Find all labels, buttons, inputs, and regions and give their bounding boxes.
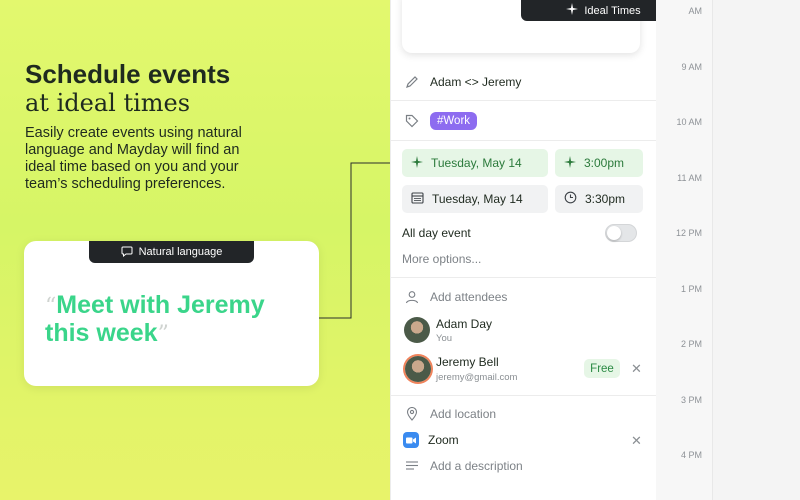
hour-label: AM	[688, 6, 703, 16]
hour-label: 9 AM	[681, 62, 702, 72]
calendar-icon	[411, 191, 424, 207]
add-attendees-row[interactable]: Add attendees	[390, 289, 656, 305]
add-attendees-label: Add attendees	[430, 290, 508, 304]
hour-label: 3 PM	[680, 395, 702, 405]
text-lines-icon	[404, 458, 420, 474]
divider	[390, 140, 656, 141]
hour-label: 11 AM	[677, 173, 702, 183]
toggle-knob	[607, 226, 621, 240]
sparkle-icon	[566, 3, 579, 18]
calendar-column[interactable]	[712, 0, 800, 500]
timeline-column	[656, 0, 712, 500]
person-icon	[404, 289, 420, 305]
start-time: 3:00pm	[584, 156, 625, 170]
divider	[390, 100, 656, 101]
location-pin-icon	[404, 406, 420, 422]
speech-bubble-icon	[121, 245, 133, 260]
natural-language-badge: Natural language	[89, 241, 254, 263]
hero-description: Easily create events using natural langu…	[25, 125, 242, 192]
ideal-times-label: Ideal Times	[584, 4, 641, 17]
start-time-chip[interactable]: 3:00pm	[555, 149, 643, 177]
event-title-row[interactable]: Adam <> Jeremy	[390, 72, 656, 92]
start-date-chip[interactable]: Tuesday, May 14	[402, 149, 548, 177]
sparkle-icon	[411, 155, 423, 171]
hour-label: 2 PM	[680, 339, 702, 349]
event-tag-row[interactable]: #Work	[390, 110, 656, 132]
start-date: Tuesday, May 14	[431, 156, 522, 170]
end-time: 3:30pm	[585, 192, 626, 206]
end-date-chip[interactable]: Tuesday, May 14	[402, 185, 548, 213]
add-location-row[interactable]: Add location	[390, 406, 656, 422]
add-description-label: Add a description	[430, 459, 523, 473]
pencil-icon	[404, 74, 420, 90]
remove-location-icon[interactable]: ✕	[631, 433, 642, 449]
event-title[interactable]: Adam <> Jeremy	[430, 75, 521, 89]
add-location-label: Add location	[430, 407, 497, 421]
more-options-label: More options...	[402, 252, 482, 266]
hero-title-line2: at ideal times	[25, 89, 191, 117]
sparkle-icon	[564, 155, 576, 171]
attendee-name: Jeremy Bell	[436, 355, 499, 369]
end-time-chip[interactable]: 3:30pm	[555, 185, 643, 213]
divider	[390, 395, 656, 396]
close-quote-icon: ”	[157, 322, 169, 347]
hero-title-line1: Schedule events	[25, 59, 231, 89]
clock-icon	[564, 191, 577, 207]
add-description-row[interactable]: Add a description	[390, 458, 656, 474]
quote-text: Meet with Jeremy this week	[45, 291, 265, 347]
availability-badge: Free	[584, 359, 620, 378]
all-day-label: All day event	[402, 226, 471, 240]
attendee-name: Adam Day	[436, 317, 493, 331]
zoom-icon	[403, 432, 419, 448]
work-tag[interactable]: #Work	[430, 112, 478, 130]
location-value[interactable]: Zoom	[428, 433, 459, 447]
hero-title: Schedule events at ideal times	[25, 60, 385, 118]
natural-language-quote: “Meet with Jeremy this week”	[45, 292, 305, 348]
divider	[390, 277, 656, 278]
more-options-link[interactable]: More options...	[390, 251, 656, 267]
open-quote-icon: “	[45, 294, 57, 319]
attendee-sub: You	[436, 333, 453, 344]
avatar	[405, 356, 431, 382]
hour-label: 1 PM	[680, 284, 702, 294]
hour-label: 4 PM	[680, 450, 702, 460]
hour-label: 10 AM	[676, 117, 702, 127]
natural-language-label: Natural language	[138, 246, 223, 258]
attendee-sub: jeremy@gmail.com	[436, 372, 518, 383]
avatar	[404, 317, 430, 343]
end-date: Tuesday, May 14	[432, 192, 523, 206]
all-day-toggle[interactable]	[605, 224, 637, 242]
tag-icon	[404, 113, 420, 129]
hour-label: 12 PM	[675, 228, 702, 238]
remove-attendee-icon[interactable]: ✕	[631, 361, 642, 377]
